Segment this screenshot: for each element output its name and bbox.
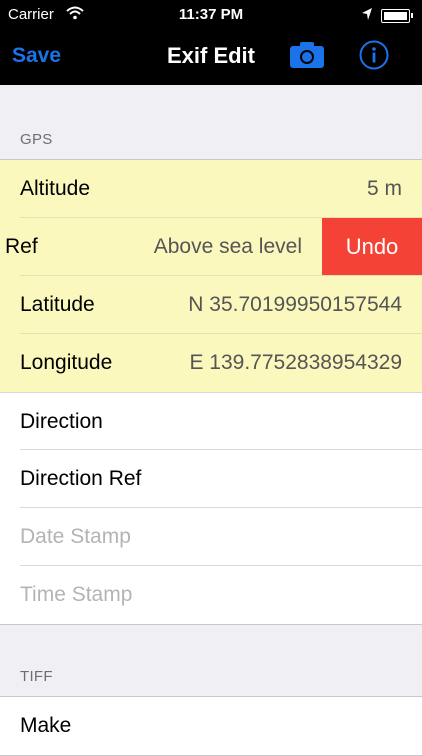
top-bar: Carrier 11:37 PM Save Exif Edit (0, 0, 422, 85)
gps-section-header: GPS (20, 131, 53, 148)
altitude-label: Altitude (20, 177, 91, 200)
nav-bar: Save Exif Edit (0, 30, 422, 85)
direction-ref-row[interactable]: Direction Ref (0, 450, 422, 508)
make-row[interactable]: Make (0, 697, 422, 755)
time-stamp-row[interactable]: Time Stamp (0, 566, 422, 624)
make-label: Make (20, 714, 72, 737)
latitude-row[interactable]: Latitude N 35.70199950157544 (0, 276, 422, 334)
tiff-list: Make (0, 696, 422, 756)
time-stamp-field[interactable]: Time Stamp (20, 583, 132, 607)
direction-row[interactable]: Direction (0, 392, 422, 450)
altitude-value: 5 m (366, 177, 402, 200)
altitude-row[interactable]: Altitude 5 m (0, 160, 422, 218)
date-stamp-row[interactable]: Date Stamp (0, 508, 422, 566)
undo-button[interactable]: Undo (322, 218, 422, 276)
status-time: 11:37 PM (178, 6, 244, 23)
altitude-ref-row[interactable]: Ref Above sea level Undo (0, 218, 422, 276)
location-arrow-icon (361, 7, 373, 25)
longitude-row[interactable]: Longitude E 139.7752838954329 (0, 334, 422, 392)
ref-value: Above sea level (153, 235, 302, 258)
status-bar: Carrier 11:37 PM (0, 0, 422, 30)
info-icon[interactable] (359, 40, 389, 70)
direction-ref-label: Direction Ref (20, 467, 142, 490)
tiff-section-header: TIFF (20, 668, 53, 685)
ref-label: Ref (5, 235, 38, 258)
date-stamp-field[interactable]: Date Stamp (20, 525, 131, 549)
camera-icon[interactable] (289, 41, 325, 69)
longitude-value: E 139.7752838954329 (189, 351, 402, 374)
battery-icon (381, 9, 413, 23)
gps-list: Altitude 5 m Ref Above sea level Undo La… (0, 159, 422, 625)
longitude-label: Longitude (20, 351, 113, 374)
direction-label: Direction (20, 409, 103, 433)
latitude-label: Latitude (20, 293, 95, 316)
latitude-value: N 35.70199950157544 (188, 293, 402, 316)
